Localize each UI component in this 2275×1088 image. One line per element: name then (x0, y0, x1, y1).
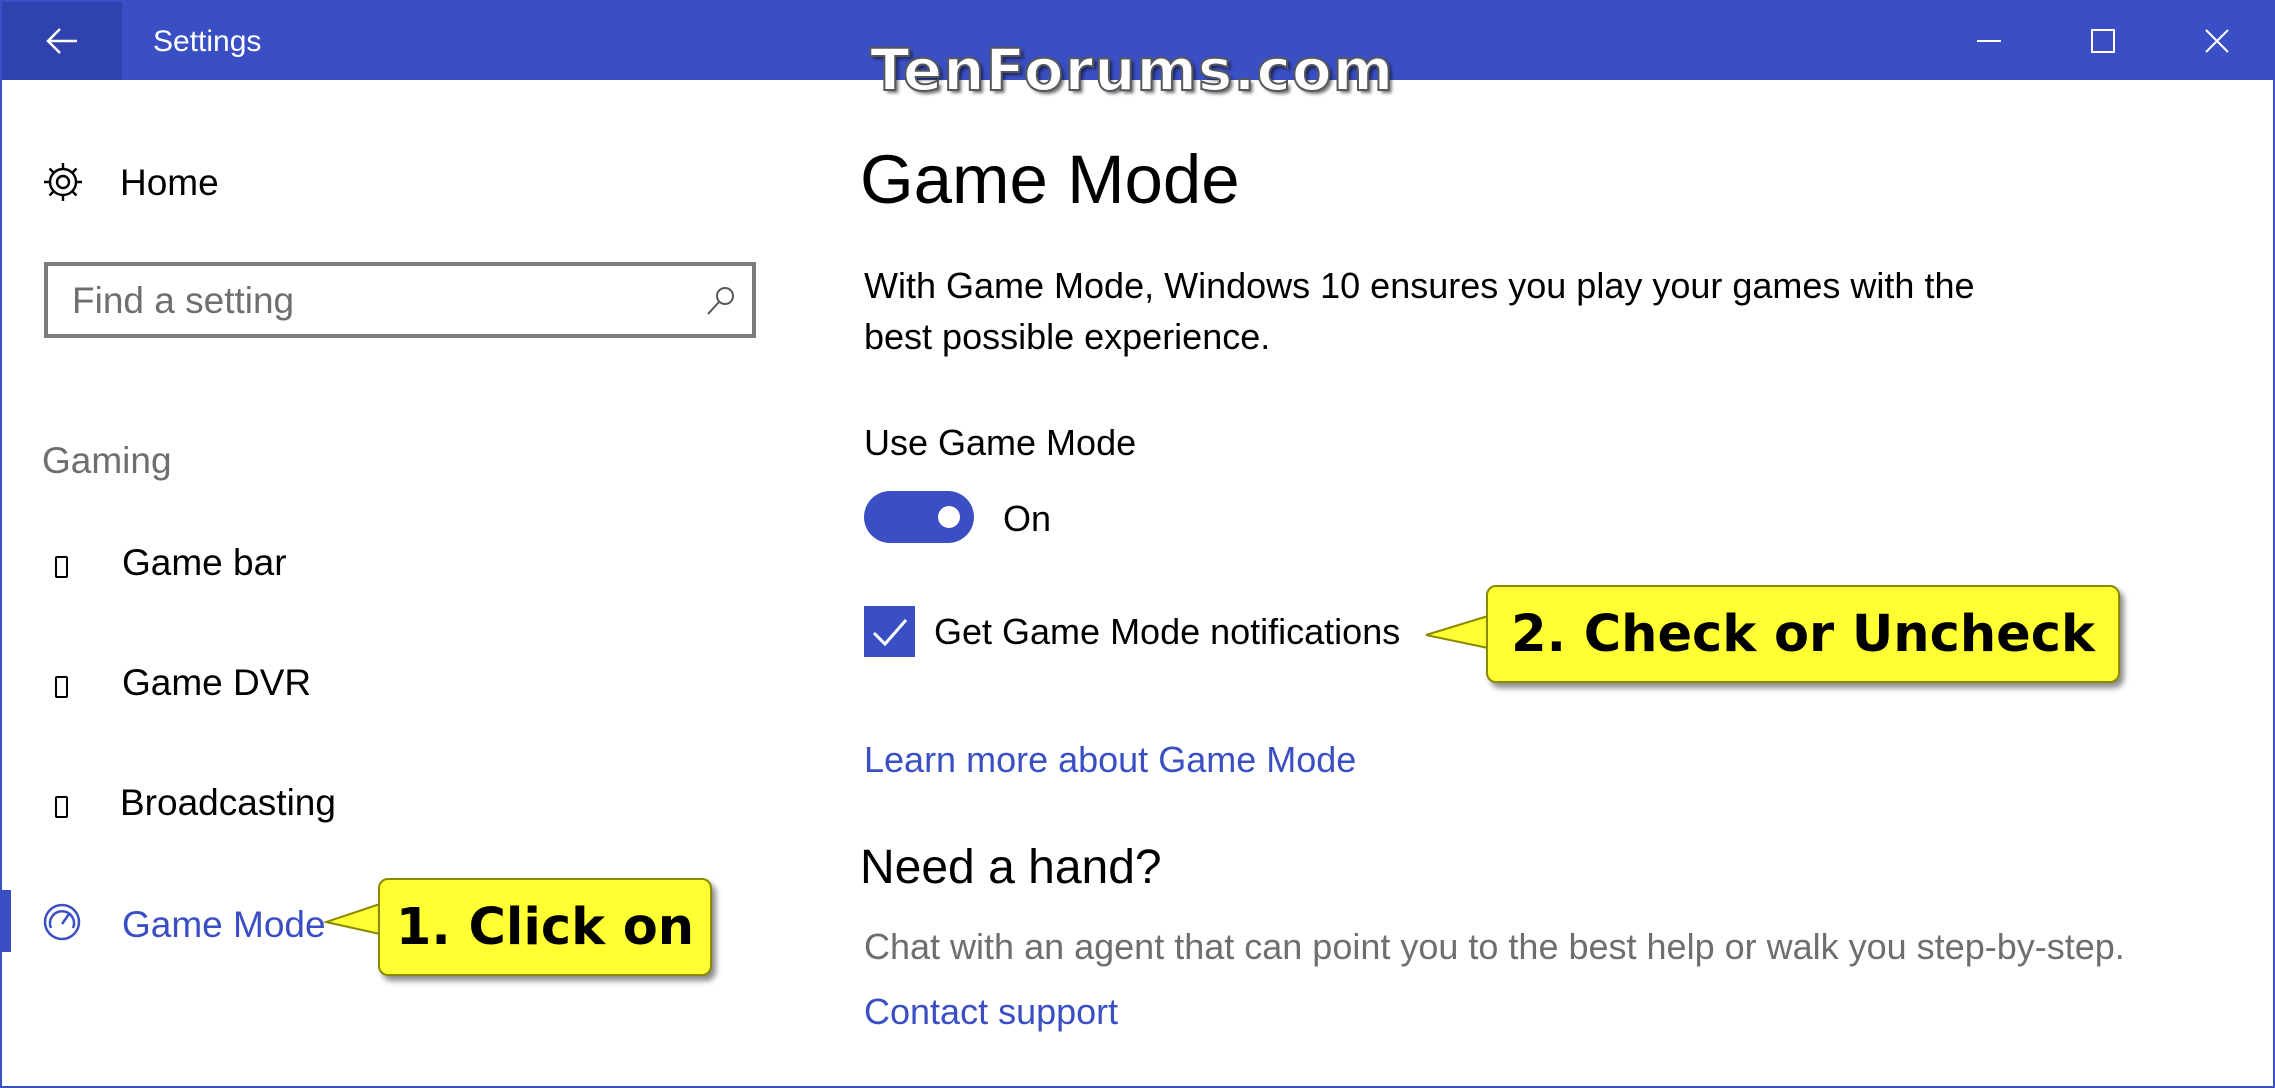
learn-more-link[interactable]: Learn more about Game Mode (864, 739, 1356, 781)
tile-glyph-icon (55, 796, 68, 818)
sidebar-item-label: Broadcasting (120, 782, 336, 823)
sidebar-item-label: Game DVR (122, 662, 312, 703)
search-box[interactable] (44, 262, 756, 338)
contact-support-link[interactable]: Contact support (864, 991, 1118, 1033)
toggle-knob (938, 506, 960, 528)
sidebar-item-label: Game Mode (122, 904, 326, 945)
sidebar-home-label: Home (120, 162, 219, 203)
sidebar-item-label: Game bar (122, 542, 287, 583)
notifications-checkbox[interactable] (864, 606, 915, 657)
minimize-icon (1977, 40, 2001, 42)
sidebar-item-broadcasting[interactable]: Broadcasting (2, 750, 782, 860)
section-label-gaming: Gaming (42, 440, 172, 481)
callout-pointer (322, 902, 381, 936)
watermark: TenForums.com (869, 35, 1395, 105)
close-icon (2205, 29, 2229, 53)
sidebar-home[interactable]: Home (2, 132, 782, 232)
notifications-checkbox-label[interactable]: Get Game Mode notifications (934, 611, 1400, 653)
callout-pointer (1425, 614, 1489, 650)
sidebar-item-game-dvr[interactable]: Game DVR (2, 630, 782, 740)
page-title: Game Mode (860, 141, 1240, 218)
close-button[interactable] (2160, 2, 2273, 80)
minimize-button[interactable] (1932, 2, 2046, 80)
window-title: Settings (153, 25, 262, 58)
callout-check-or-uncheck: 2. Check or Uncheck (1486, 585, 2120, 683)
tile-glyph-icon (55, 556, 68, 578)
sidebar-item-game-bar[interactable]: Game bar (2, 510, 782, 620)
gear-icon (44, 163, 82, 201)
toggle-state-text: On (1003, 498, 1052, 539)
settings-window: Settings TenForums.com Home Find a setti… (0, 0, 2275, 1088)
back-button[interactable] (2, 2, 122, 80)
help-text: Chat with an agent that can point you to… (864, 926, 2125, 967)
search-icon[interactable] (704, 284, 738, 318)
maximize-button[interactable] (2046, 2, 2160, 80)
maximize-icon (2091, 29, 2115, 53)
tile-glyph-icon (55, 676, 68, 698)
checkmark-icon (872, 618, 907, 646)
gauge-icon (43, 903, 81, 941)
search-input[interactable] (70, 266, 694, 336)
toggle-label: Use Game Mode (864, 422, 1137, 463)
help-heading: Need a hand? (860, 841, 1162, 894)
page-description: With Game Mode, Windows 10 ensures you p… (864, 265, 1975, 357)
back-arrow-icon (46, 28, 77, 54)
game-mode-toggle[interactable] (864, 491, 974, 543)
callout-click-on: 1. Click on (378, 878, 712, 976)
